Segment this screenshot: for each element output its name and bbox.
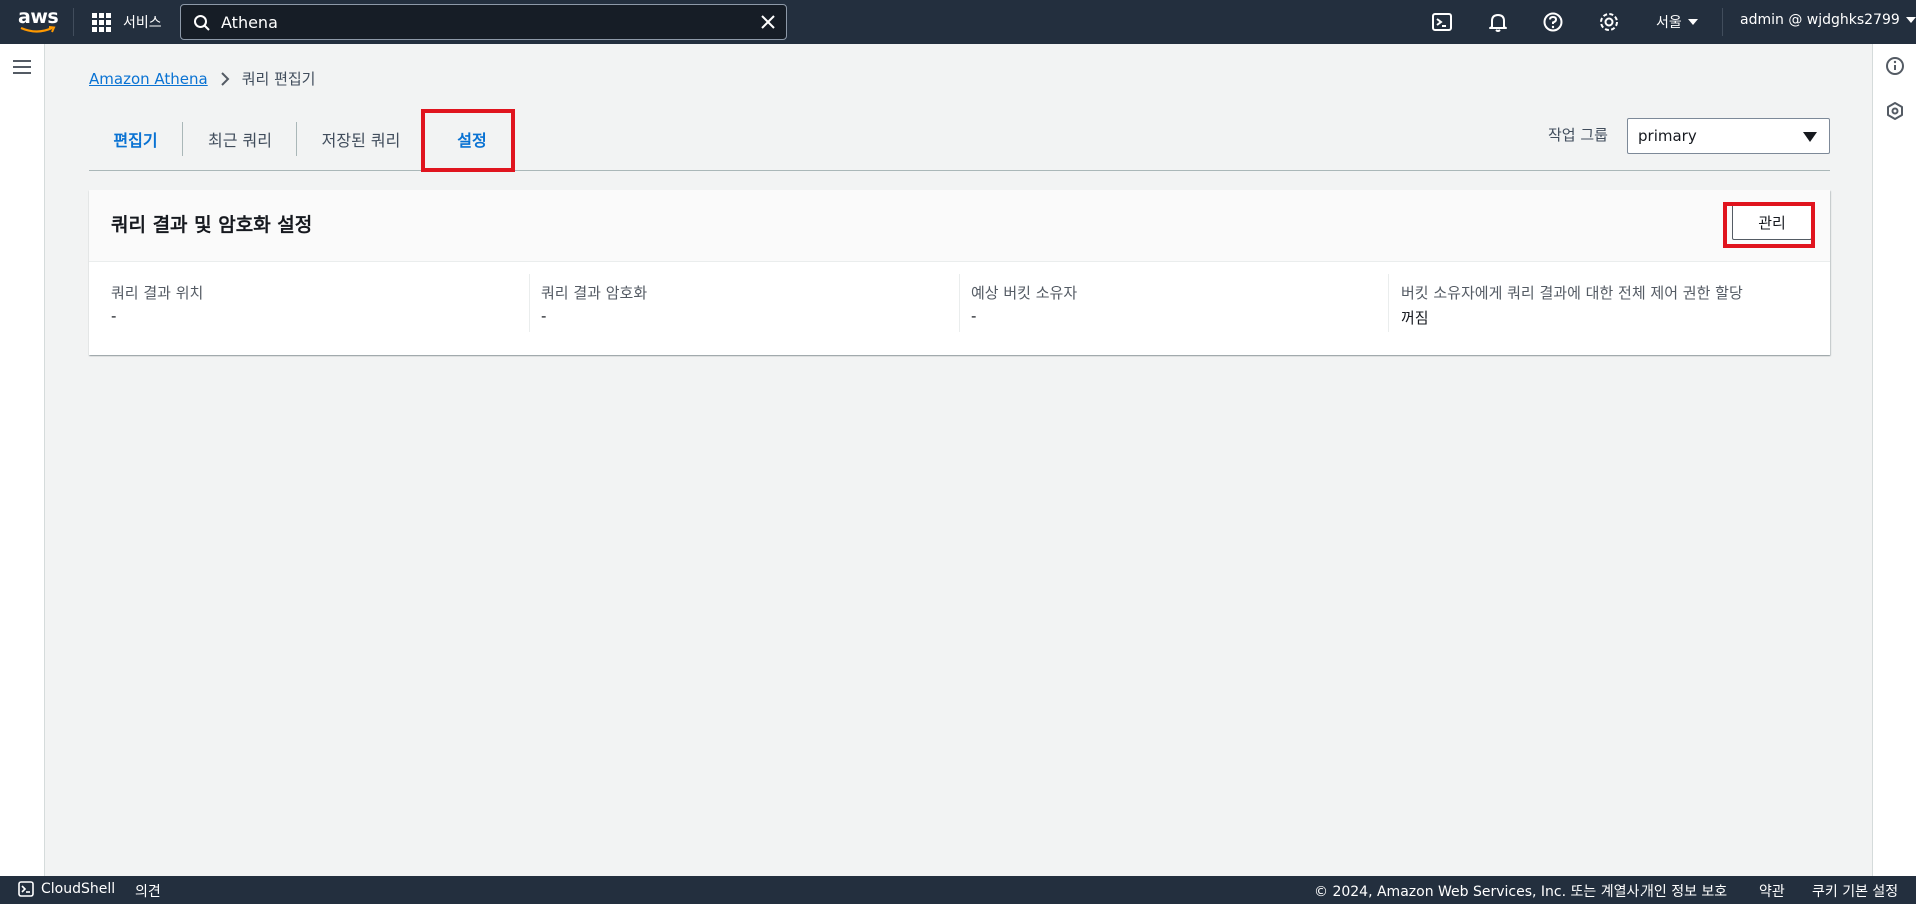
feedback-link[interactable]: 의견 [135, 881, 161, 901]
chevron-right-icon [221, 71, 230, 86]
manage-button-highlight [1723, 202, 1815, 248]
cloudshell-icon[interactable] [1431, 10, 1453, 34]
region-selector[interactable]: 서울 [1656, 12, 1698, 32]
breadcrumb-current: 쿼리 편집기 [241, 70, 316, 88]
setting-expected-bucket-owner: 예상 버킷 소유자 - [949, 262, 1379, 344]
cloudshell-label: CloudShell [41, 881, 116, 897]
region-label: 서울 [1656, 15, 1682, 31]
setting-value: - [111, 307, 117, 325]
breadcrumb: Amazon Athena 쿼리 편집기 [89, 68, 316, 89]
setting-label: 예상 버킷 소유자 [971, 284, 1078, 302]
nav-divider [1722, 8, 1723, 36]
nav-divider [73, 8, 74, 36]
cloudshell-icon [18, 881, 34, 897]
privacy-link[interactable]: 개인 정보 보호 [1641, 881, 1727, 901]
workgroup-label: 작업 그룹 [1548, 126, 1608, 144]
resources-icon[interactable] [1885, 101, 1905, 121]
search-value: Athena [221, 13, 278, 32]
workgroup-select[interactable]: primary [1627, 118, 1830, 154]
panel-title: 쿼리 결과 및 암호화 설정 [111, 214, 313, 236]
setting-label: 버킷 소유자에게 쿼리 결과에 대한 전체 제어 권한 할당 [1401, 284, 1743, 302]
account-caret-icon [1905, 17, 1916, 23]
aws-logo-text: aws [18, 6, 59, 28]
region-caret-icon [1687, 19, 1698, 25]
info-icon[interactable] [1885, 56, 1905, 76]
aws-logo[interactable]: aws [18, 6, 59, 37]
caret-down-icon [1803, 132, 1817, 142]
cookie-preferences-link[interactable]: 쿠키 기본 설정 [1812, 881, 1898, 901]
aws-smile-icon [20, 26, 56, 33]
setting-value: 꺼짐 [1401, 309, 1429, 327]
panel-header: 쿼리 결과 및 암호화 설정 관리 [89, 190, 1830, 262]
services-menu-button[interactable]: 서비스 [92, 9, 162, 35]
help-icon[interactable] [1542, 10, 1564, 34]
right-tools-rail [1872, 44, 1916, 876]
account-menu[interactable]: admin @ wjdghks2799 [1740, 12, 1916, 28]
setting-value: - [971, 307, 977, 325]
menu-icon[interactable] [13, 60, 31, 76]
settings-tab-highlight [421, 109, 515, 172]
search-icon [194, 15, 210, 31]
setting-query-result-encryption: 쿼리 결과 암호화 - [519, 262, 949, 344]
services-grid-icon [92, 12, 111, 32]
search-input[interactable]: Athena [180, 4, 787, 40]
footer: CloudShell 의견 © 2024, Amazon Web Service… [0, 876, 1916, 904]
cloudshell-button[interactable]: CloudShell [18, 881, 115, 897]
services-label: 서비스 [123, 15, 162, 31]
terms-link[interactable]: 약관 [1759, 881, 1785, 901]
setting-bucket-owner-full-control: 버킷 소유자에게 쿼리 결과에 대한 전체 제어 권한 할당 꺼짐 [1379, 262, 1830, 344]
breadcrumb-link-athena[interactable]: Amazon Athena [89, 70, 208, 88]
top-navigation: aws 서비스 Athena 서울 admin @ wjdghks2799 [0, 0, 1916, 44]
account-label: admin @ wjdghks2799 [1740, 12, 1900, 28]
clear-search-icon[interactable] [758, 12, 778, 32]
setting-label: 쿼리 결과 위치 [111, 284, 204, 302]
left-navigation-rail [0, 44, 45, 876]
tab-saved-queries[interactable]: 저장된 쿼리 [297, 108, 425, 170]
bell-icon[interactable] [1487, 10, 1509, 34]
copyright-text: © 2024, Amazon Web Services, Inc. 또는 계열사… [1314, 884, 1644, 900]
tab-editor[interactable]: 편집기 [89, 108, 182, 170]
workgroup-value: primary [1638, 127, 1697, 145]
gear-icon[interactable] [1598, 10, 1620, 34]
setting-label: 쿼리 결과 암호화 [541, 284, 648, 302]
query-result-settings-panel: 쿼리 결과 및 암호화 설정 관리 쿼리 결과 위치 - 쿼리 결과 암호화 -… [89, 190, 1830, 355]
setting-query-result-location: 쿼리 결과 위치 - [89, 262, 519, 344]
setting-value: - [541, 307, 547, 325]
tab-recent-queries[interactable]: 최근 쿼리 [183, 108, 297, 170]
